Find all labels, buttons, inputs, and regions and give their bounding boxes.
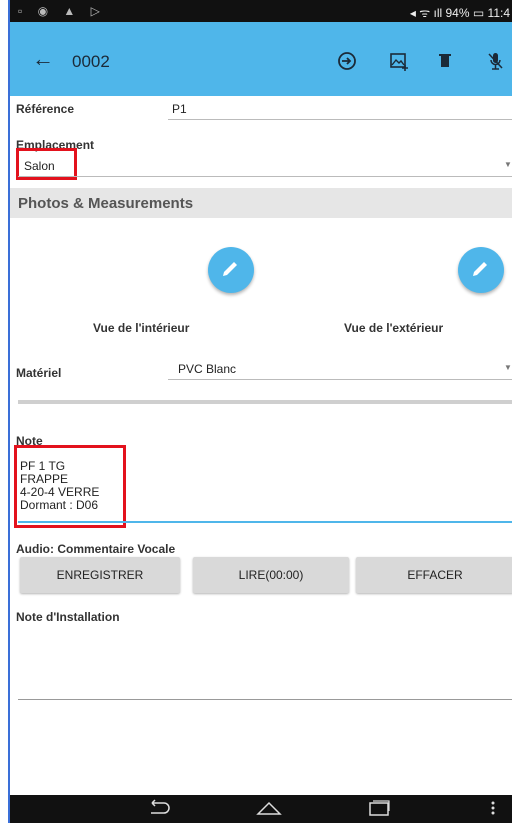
microphone-off-icon[interactable] xyxy=(484,50,506,72)
nav-home-icon[interactable] xyxy=(254,799,284,822)
edit-photo-exterior-button[interactable] xyxy=(458,247,504,293)
divider-bar xyxy=(18,400,512,404)
reference-field[interactable]: P1 xyxy=(172,102,187,116)
section-header: Photos & Measurements xyxy=(10,188,512,218)
materiel-underline xyxy=(168,379,512,380)
app-bar: ← 0002 xyxy=(10,22,512,96)
emplacement-underline xyxy=(18,176,512,177)
dropdown-caret-icon: ▼ xyxy=(504,160,512,169)
reference-label: Référence xyxy=(16,102,75,116)
materiel-label: Matériel xyxy=(16,366,62,380)
status-left-icons: ▫ ◉ ▲ ▷ xyxy=(18,4,106,18)
play-button[interactable]: LIRE(00:00) xyxy=(193,557,349,593)
record-button[interactable]: ENREGISTRER xyxy=(20,557,180,593)
note-highlight-box xyxy=(14,445,126,528)
status-bar: ▫ ◉ ▲ ▷ ◂ ᯤ ıll 94% ▭ 11:4 xyxy=(10,0,512,22)
photo-exterior-caption: Vue de l'extérieur xyxy=(344,321,444,335)
erase-button[interactable]: EFFACER xyxy=(356,557,512,593)
pencil-icon xyxy=(223,262,237,276)
overflow-menu-icon[interactable] xyxy=(490,799,496,822)
page-title: 0002 xyxy=(72,52,110,71)
forward-circle-icon[interactable] xyxy=(336,50,358,72)
pencil-icon xyxy=(473,262,487,276)
materiel-select[interactable]: PVC Blanc xyxy=(178,362,236,376)
back-arrow-icon[interactable]: ← xyxy=(32,48,54,70)
navigation-bar xyxy=(10,795,512,823)
add-photo-icon[interactable] xyxy=(388,50,410,72)
note-underline xyxy=(18,521,512,523)
install-note-field[interactable] xyxy=(18,699,512,700)
nav-recents-icon[interactable] xyxy=(366,799,392,822)
nav-back-icon[interactable] xyxy=(146,799,172,822)
status-right-info: ◂ ᯤ ıll 94% ▭ 11:4 xyxy=(409,6,510,20)
app-frame: ▫ ◉ ▲ ▷ ◂ ᯤ ıll 94% ▭ 11:4 ← 0002 Référe… xyxy=(8,0,512,823)
photo-interior-caption: Vue de l'intérieur xyxy=(93,321,190,335)
trash-icon[interactable] xyxy=(434,50,456,72)
reference-underline xyxy=(168,119,512,120)
audio-label: Audio: Commentaire Vocale xyxy=(16,542,176,556)
section-title: Photos & Measurements xyxy=(18,195,194,212)
dropdown-caret-icon: ▼ xyxy=(504,363,512,372)
edit-photo-interior-button[interactable] xyxy=(208,247,254,293)
install-note-label: Note d'Installation xyxy=(16,610,120,624)
